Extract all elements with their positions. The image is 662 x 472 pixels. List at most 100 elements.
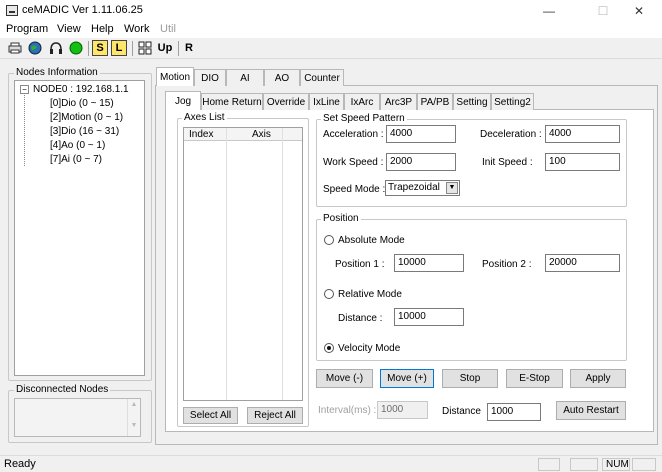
globe-icon[interactable] xyxy=(27,40,43,56)
window-title: ceMADIC Ver 1.11.06.25 xyxy=(22,4,143,16)
relative-mode-label[interactable]: Relative Mode xyxy=(338,289,402,300)
axes-table[interactable]: Index Axis xyxy=(183,127,303,401)
position1-input[interactable]: 10000 xyxy=(394,254,464,272)
status-pane xyxy=(538,458,560,471)
distance-label: Distance : xyxy=(338,313,383,324)
interval-label: Interval(ms) : xyxy=(318,405,377,416)
status-bar: Ready NUM xyxy=(0,455,662,472)
tab-dio[interactable]: DIO xyxy=(194,69,226,86)
menu-util[interactable]: Util xyxy=(160,23,176,35)
tab-home-return[interactable]: Home Return xyxy=(201,93,263,110)
deceleration-input[interactable]: 4000 xyxy=(545,125,620,143)
disconnected-nodes-title: Disconnected Nodes xyxy=(14,384,111,395)
printer-icon[interactable] xyxy=(7,40,23,56)
tab-arc3p[interactable]: Arc3P xyxy=(380,93,417,110)
tab-setting[interactable]: Setting xyxy=(453,93,491,110)
l-icon[interactable]: L xyxy=(111,40,127,56)
speed-mode-select[interactable]: Trapezoidal ▼ xyxy=(385,180,460,196)
distance-short-input[interactable]: 1000 xyxy=(487,403,541,421)
minimize-button[interactable]: — xyxy=(526,0,572,21)
collapse-icon[interactable]: − xyxy=(20,85,29,94)
position2-input[interactable]: 20000 xyxy=(545,254,620,272)
tree-node-root[interactable]: NODE0 : 192.168.1.1 xyxy=(33,84,129,95)
reject-all-button[interactable]: Reject All xyxy=(247,407,303,424)
title-bar: ceMADIC Ver 1.11.06.25 — ☐ ✕ xyxy=(0,0,662,21)
nodes-tree[interactable]: − NODE0 : 192.168.1.1 [0]Dio (0 ~ 15) [2… xyxy=(14,80,145,376)
toolbar-separator xyxy=(178,41,179,56)
column-header-index[interactable]: Index xyxy=(189,129,213,140)
tree-node-dio3[interactable]: [3]Dio (16 ~ 31) xyxy=(50,126,119,137)
toolbar-separator xyxy=(132,41,133,56)
nodes-info-title: Nodes Information xyxy=(14,67,100,78)
velocity-mode-radio[interactable] xyxy=(324,343,334,353)
relative-mode-radio[interactable] xyxy=(324,289,334,299)
absolute-mode-label[interactable]: Absolute Mode xyxy=(338,235,405,246)
column-divider xyxy=(282,128,283,400)
speed-pattern-title: Set Speed Pattern xyxy=(321,113,407,124)
tab-counter[interactable]: Counter xyxy=(300,69,344,86)
estop-button[interactable]: E-Stop xyxy=(506,369,563,388)
column-divider xyxy=(226,128,227,400)
column-header-axis[interactable]: Axis xyxy=(252,129,271,140)
close-button[interactable]: ✕ xyxy=(616,0,662,21)
num-lock-indicator: NUM xyxy=(602,458,630,471)
position-title: Position xyxy=(321,213,361,224)
up-icon[interactable]: Up xyxy=(155,40,175,56)
distance-short-label: Distance xyxy=(442,406,481,417)
work-speed-input[interactable]: 2000 xyxy=(386,153,456,171)
disconnected-nodes-list[interactable]: ▲ ▼ xyxy=(14,398,141,437)
move-minus-button[interactable]: Move (-) xyxy=(316,369,373,388)
distance-input[interactable]: 10000 xyxy=(394,308,464,326)
velocity-mode-label[interactable]: Velocity Mode xyxy=(338,343,400,354)
app-icon xyxy=(6,5,18,16)
status-pane xyxy=(570,458,598,471)
menu-help[interactable]: Help xyxy=(91,23,114,35)
s-icon[interactable]: S xyxy=(92,40,108,56)
tab-motion[interactable]: Motion xyxy=(156,67,194,86)
tree-node-ai7[interactable]: [7]Ai (0 ~ 7) xyxy=(50,154,102,165)
absolute-mode-radio[interactable] xyxy=(324,235,334,245)
chevron-down-icon[interactable]: ▼ xyxy=(446,182,458,194)
tab-jog[interactable]: Jog xyxy=(165,91,201,110)
tab-ao[interactable]: AO xyxy=(264,69,300,86)
tab-ai[interactable]: AI xyxy=(226,69,264,86)
list-scrollbar[interactable]: ▲ ▼ xyxy=(127,399,140,436)
tree-node-dio0[interactable]: [0]Dio (0 ~ 15) xyxy=(50,98,114,109)
auto-restart-button[interactable]: Auto Restart xyxy=(556,401,626,420)
init-speed-input[interactable]: 100 xyxy=(545,153,620,171)
scroll-up-icon[interactable]: ▲ xyxy=(128,401,140,408)
work-speed-label: Work Speed : xyxy=(323,157,384,168)
green-circle-icon[interactable] xyxy=(68,40,84,56)
acceleration-input[interactable]: 4000 xyxy=(386,125,456,143)
menu-bar: Program View Help Work Util xyxy=(0,21,662,38)
r-icon[interactable]: R xyxy=(181,40,197,56)
toolbar-separator xyxy=(88,41,89,56)
position1-label: Position 1 : xyxy=(335,259,385,270)
tab-pa-pb[interactable]: PA/PB xyxy=(417,93,453,110)
menu-program[interactable]: Program xyxy=(6,23,48,35)
select-all-button[interactable]: Select All xyxy=(183,407,238,424)
position2-label: Position 2 : xyxy=(482,259,532,270)
axes-list-title: Axes List xyxy=(182,112,227,123)
deceleration-label: Deceleration : xyxy=(480,129,542,140)
headphones-icon[interactable] xyxy=(48,40,64,56)
tree-line-guide xyxy=(24,95,25,166)
toolbar: S L Up R xyxy=(0,38,662,59)
tab-setting2[interactable]: Setting2 xyxy=(491,93,534,110)
grid-icon[interactable] xyxy=(137,40,153,56)
apply-button[interactable]: Apply xyxy=(570,369,626,388)
acceleration-label: Acceleration : xyxy=(323,129,384,140)
menu-view[interactable]: View xyxy=(57,23,81,35)
status-pane xyxy=(632,458,656,471)
menu-work[interactable]: Work xyxy=(124,23,149,35)
tab-ixarc[interactable]: IxArc xyxy=(344,93,380,110)
tab-ixline[interactable]: IxLine xyxy=(309,93,344,110)
status-text: Ready xyxy=(4,458,36,470)
tree-node-ao4[interactable]: [4]Ao (0 ~ 1) xyxy=(50,140,105,151)
tree-node-motion2[interactable]: [2]Motion (0 ~ 1) xyxy=(50,112,123,123)
move-plus-button[interactable]: Move (+) xyxy=(380,369,434,388)
scroll-down-icon[interactable]: ▼ xyxy=(128,422,140,429)
interval-input[interactable]: 1000 xyxy=(377,401,428,419)
tab-override[interactable]: Override xyxy=(263,93,309,110)
stop-button[interactable]: Stop xyxy=(442,369,498,388)
